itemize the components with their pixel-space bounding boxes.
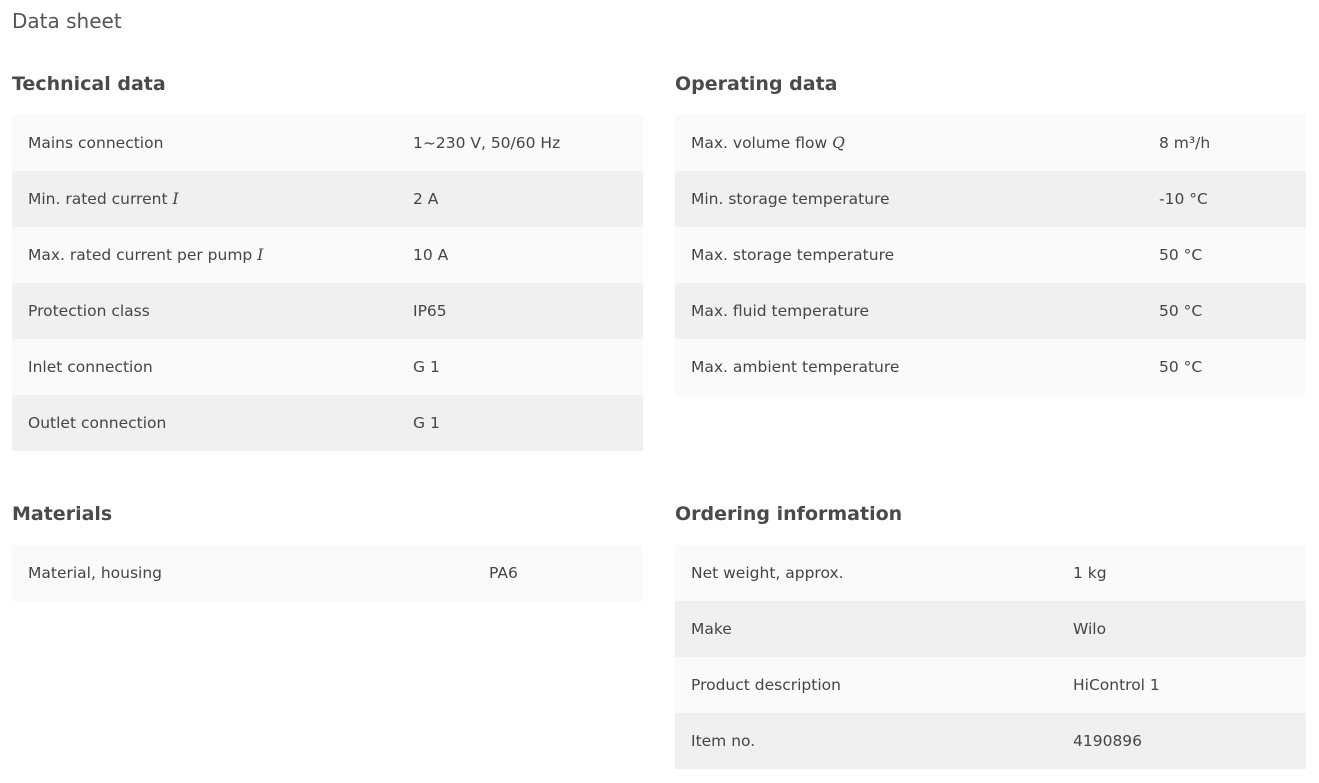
table-row: Outlet connection G 1: [12, 395, 643, 451]
current-symbol: I: [172, 190, 179, 208]
row-value: IP65: [413, 302, 447, 320]
table-row: Max. storage temperature 50 °C: [675, 227, 1306, 283]
row-value: 10 A: [413, 246, 449, 264]
materials-table: Material, housing PA6: [12, 545, 643, 601]
row-value: PA6: [489, 564, 518, 582]
row-value: 50 °C: [1159, 358, 1203, 376]
row-label: Item no.: [691, 732, 756, 750]
table-row: Min. rated current I 2 A: [12, 171, 643, 227]
table-row: Net weight, approx. 1 kg: [675, 545, 1306, 601]
row-value: G 1: [413, 358, 440, 376]
technical-data-table: Mains connection 1~230 V, 50/60 Hz Min. …: [12, 115, 643, 451]
row-value: 4190896: [1073, 732, 1143, 750]
row-label: Product description: [691, 676, 841, 694]
row-label: Net weight, approx.: [691, 564, 844, 582]
row-label: Protection class: [28, 302, 150, 320]
row-label: Max. volume flow Q: [691, 134, 845, 152]
row-value: -10 °C: [1159, 190, 1208, 208]
row-value: G 1: [413, 414, 440, 432]
materials-section: Materials Material, housing PA6: [12, 502, 643, 601]
row-label: Make: [691, 620, 732, 638]
technical-data-heading: Technical data: [12, 73, 166, 95]
flow-symbol: Q: [832, 134, 845, 152]
technical-data-section: Technical data Mains connection 1~230 V,…: [12, 72, 643, 451]
row-value: 8 m³/h: [1159, 134, 1211, 152]
row-value: HiControl 1: [1073, 676, 1160, 694]
materials-heading: Materials: [12, 503, 113, 525]
ordering-information-table: Net weight, approx. 1 kg Make Wilo Produ…: [675, 545, 1306, 769]
row-value: 2 A: [413, 190, 439, 208]
row-label: Mains connection: [28, 134, 164, 152]
row-value: 50 °C: [1159, 246, 1203, 264]
table-row: Max. ambient temperature 50 °C: [675, 339, 1306, 395]
table-row: Protection class IP65: [12, 283, 643, 339]
row-label: Min. storage temperature: [691, 190, 890, 208]
page-title: Data sheet: [12, 9, 122, 33]
table-row: Max. fluid temperature 50 °C: [675, 283, 1306, 339]
row-value: 1~230 V, 50/60 Hz: [413, 134, 561, 152]
row-label: Outlet connection: [28, 414, 167, 432]
operating-data-section: Operating data Max. volume flow Q 8 m³/h…: [675, 72, 1306, 395]
row-label: Max. ambient temperature: [691, 358, 900, 376]
row-label: Max. storage temperature: [691, 246, 895, 264]
row-label: Max. fluid temperature: [691, 302, 869, 320]
row-value: Wilo: [1073, 620, 1107, 638]
current-symbol: I: [257, 246, 264, 264]
row-label: Inlet connection: [28, 358, 153, 376]
table-row: Max. volume flow Q 8 m³/h: [675, 115, 1306, 171]
ordering-information-section: Ordering information Net weight, approx.…: [675, 502, 1306, 769]
row-label: Max. rated current per pump I: [28, 246, 264, 264]
table-row: Mains connection 1~230 V, 50/60 Hz: [12, 115, 643, 171]
operating-data-heading: Operating data: [675, 73, 838, 95]
row-label: Material, housing: [28, 564, 162, 582]
table-row: Item no. 4190896: [675, 713, 1306, 769]
table-row: Max. rated current per pump I 10 A: [12, 227, 643, 283]
table-row: Material, housing PA6: [12, 545, 643, 601]
row-value: 1 kg: [1073, 564, 1107, 582]
row-label: Min. rated current I: [28, 190, 179, 208]
row-value: 50 °C: [1159, 302, 1203, 320]
table-row: Product description HiControl 1: [675, 657, 1306, 713]
table-row: Min. storage temperature -10 °C: [675, 171, 1306, 227]
table-row: Inlet connection G 1: [12, 339, 643, 395]
operating-data-table: Max. volume flow Q 8 m³/h Min. storage t…: [675, 115, 1306, 395]
ordering-information-heading: Ordering information: [675, 503, 903, 525]
table-row: Make Wilo: [675, 601, 1306, 657]
